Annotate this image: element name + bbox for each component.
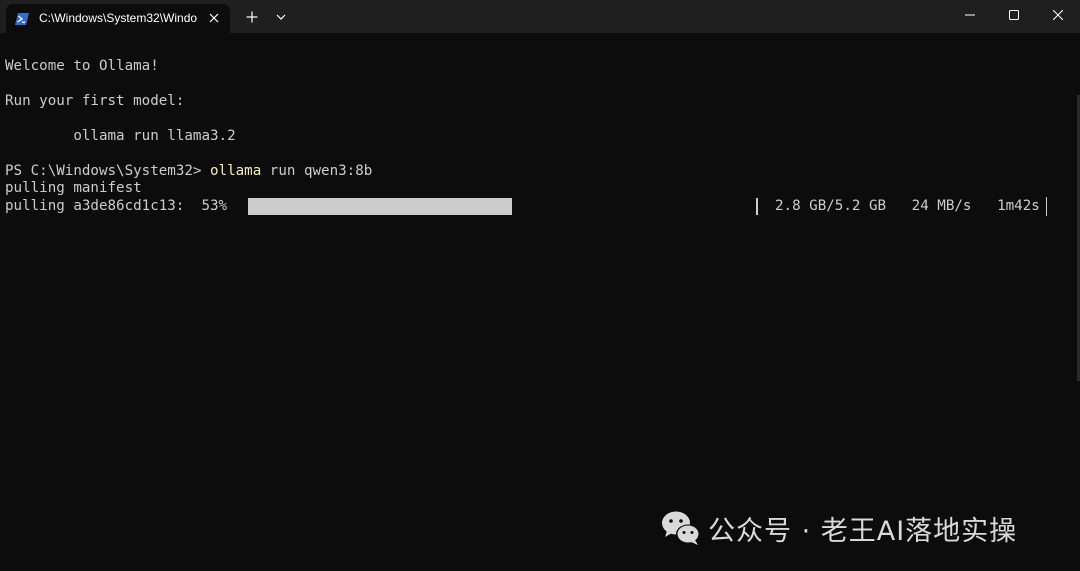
- minimize-icon: [965, 14, 975, 16]
- run-first-line: Run your first model:: [5, 93, 185, 109]
- pull-progress-line: pulling a3de86cd1c13: 53%: [5, 198, 228, 214]
- title-bar: C:\Windows\System32\Windo: [0, 0, 1080, 33]
- watermark: 公众号 · 老王AI落地实操: [660, 508, 1017, 548]
- new-tab-button[interactable]: [240, 5, 264, 29]
- maximize-button[interactable]: [992, 0, 1036, 30]
- download-progress-bar: [248, 198, 512, 215]
- command-name: ollama: [210, 163, 262, 179]
- example-command-line: ollama run llama3.2: [5, 128, 236, 144]
- text-cursor: [1046, 197, 1047, 216]
- watermark-text: 公众号 · 老王AI落地实操: [708, 515, 1018, 547]
- terminal-output[interactable]: [0, 33, 1080, 571]
- tab-title: C:\Windows\System32\Windo: [39, 11, 198, 25]
- progress-fill: [248, 198, 512, 215]
- prompt-text: PS C:\Windows\System32>: [5, 163, 210, 179]
- maximize-icon: [1009, 10, 1019, 20]
- minimize-button[interactable]: [948, 0, 992, 30]
- command-args: run qwen3:8b: [261, 163, 373, 179]
- close-window-button[interactable]: [1036, 0, 1080, 30]
- powershell-icon: [15, 11, 29, 25]
- tab-close-icon[interactable]: [207, 11, 221, 25]
- wechat-icon: [662, 511, 700, 545]
- progress-separator: [756, 198, 758, 215]
- plus-icon: [246, 11, 258, 23]
- pull-stats: 2.8 GB/5.2 GB 24 MB/s 1m42s: [775, 198, 1040, 214]
- close-icon: [1053, 10, 1063, 20]
- welcome-line: Welcome to Ollama!: [5, 58, 159, 74]
- prompt-line: PS C:\Windows\System32> ollama run qwen3…: [5, 163, 372, 180]
- tab-dropdown-button[interactable]: [270, 5, 292, 29]
- chevron-down-icon: [276, 14, 286, 20]
- pulling-manifest-line: pulling manifest: [5, 180, 142, 196]
- terminal-tab[interactable]: C:\Windows\System32\Windo: [6, 4, 230, 33]
